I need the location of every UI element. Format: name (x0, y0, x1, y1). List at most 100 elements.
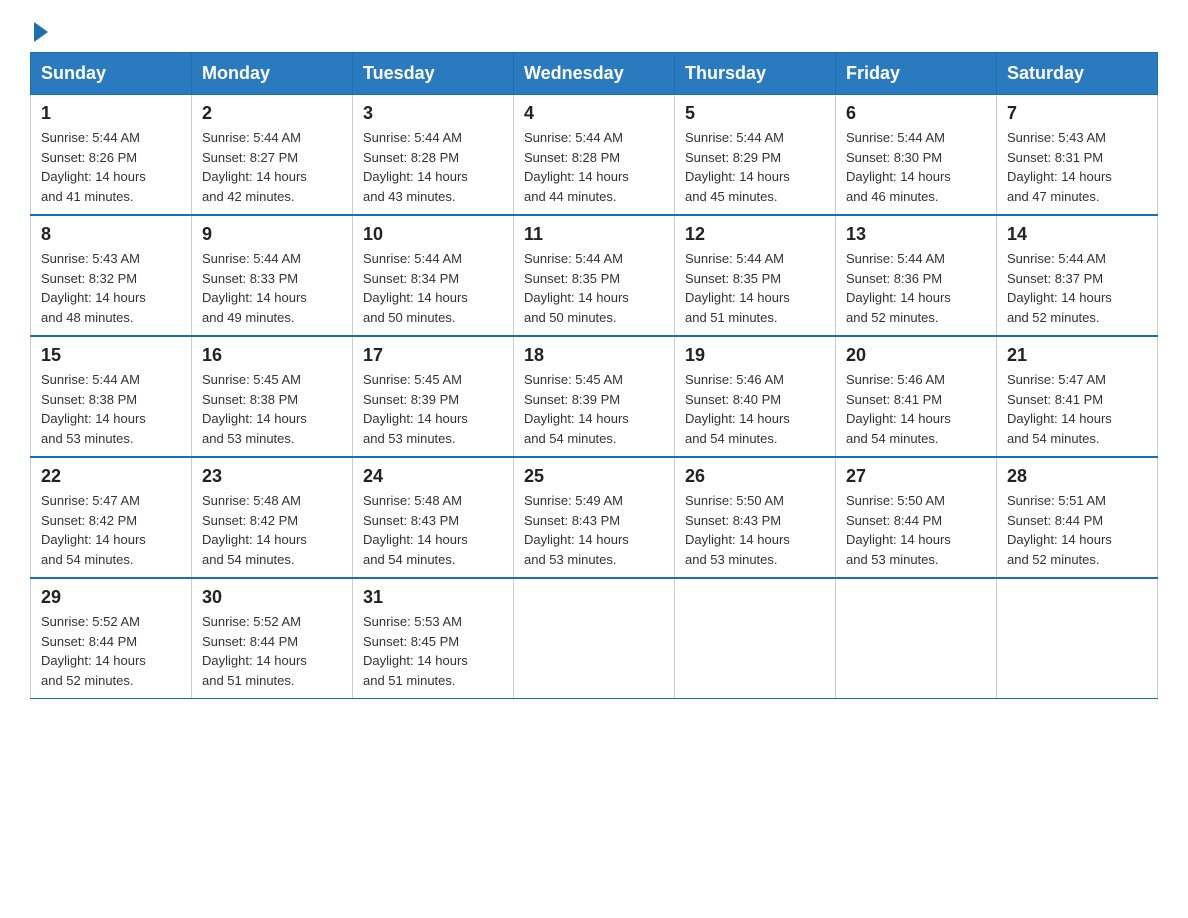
day-info: Sunrise: 5:46 AM Sunset: 8:41 PM Dayligh… (846, 370, 986, 448)
calendar-cell: 5 Sunrise: 5:44 AM Sunset: 8:29 PM Dayli… (675, 95, 836, 216)
calendar-cell: 27 Sunrise: 5:50 AM Sunset: 8:44 PM Dayl… (836, 457, 997, 578)
calendar-cell: 28 Sunrise: 5:51 AM Sunset: 8:44 PM Dayl… (997, 457, 1158, 578)
day-info: Sunrise: 5:44 AM Sunset: 8:34 PM Dayligh… (363, 249, 503, 327)
calendar-cell: 6 Sunrise: 5:44 AM Sunset: 8:30 PM Dayli… (836, 95, 997, 216)
page-header (30, 20, 1158, 42)
day-info: Sunrise: 5:50 AM Sunset: 8:44 PM Dayligh… (846, 491, 986, 569)
calendar-cell: 12 Sunrise: 5:44 AM Sunset: 8:35 PM Dayl… (675, 215, 836, 336)
weekday-header-saturday: Saturday (997, 53, 1158, 95)
calendar-cell: 1 Sunrise: 5:44 AM Sunset: 8:26 PM Dayli… (31, 95, 192, 216)
day-info: Sunrise: 5:48 AM Sunset: 8:43 PM Dayligh… (363, 491, 503, 569)
day-number: 5 (685, 103, 825, 124)
calendar-cell: 20 Sunrise: 5:46 AM Sunset: 8:41 PM Dayl… (836, 336, 997, 457)
day-info: Sunrise: 5:49 AM Sunset: 8:43 PM Dayligh… (524, 491, 664, 569)
day-number: 27 (846, 466, 986, 487)
day-number: 21 (1007, 345, 1147, 366)
calendar-week-row: 8 Sunrise: 5:43 AM Sunset: 8:32 PM Dayli… (31, 215, 1158, 336)
day-number: 3 (363, 103, 503, 124)
day-info: Sunrise: 5:47 AM Sunset: 8:41 PM Dayligh… (1007, 370, 1147, 448)
calendar-cell: 15 Sunrise: 5:44 AM Sunset: 8:38 PM Dayl… (31, 336, 192, 457)
weekday-header-wednesday: Wednesday (514, 53, 675, 95)
day-info: Sunrise: 5:45 AM Sunset: 8:38 PM Dayligh… (202, 370, 342, 448)
logo-triangle-icon (34, 22, 48, 42)
calendar-cell: 24 Sunrise: 5:48 AM Sunset: 8:43 PM Dayl… (353, 457, 514, 578)
day-info: Sunrise: 5:44 AM Sunset: 8:26 PM Dayligh… (41, 128, 181, 206)
day-info: Sunrise: 5:47 AM Sunset: 8:42 PM Dayligh… (41, 491, 181, 569)
day-number: 13 (846, 224, 986, 245)
day-number: 2 (202, 103, 342, 124)
day-info: Sunrise: 5:53 AM Sunset: 8:45 PM Dayligh… (363, 612, 503, 690)
day-number: 28 (1007, 466, 1147, 487)
day-number: 7 (1007, 103, 1147, 124)
day-info: Sunrise: 5:44 AM Sunset: 8:29 PM Dayligh… (685, 128, 825, 206)
day-info: Sunrise: 5:44 AM Sunset: 8:38 PM Dayligh… (41, 370, 181, 448)
calendar-cell: 8 Sunrise: 5:43 AM Sunset: 8:32 PM Dayli… (31, 215, 192, 336)
calendar-cell: 29 Sunrise: 5:52 AM Sunset: 8:44 PM Dayl… (31, 578, 192, 699)
day-number: 25 (524, 466, 664, 487)
day-info: Sunrise: 5:44 AM Sunset: 8:28 PM Dayligh… (524, 128, 664, 206)
day-number: 9 (202, 224, 342, 245)
day-info: Sunrise: 5:52 AM Sunset: 8:44 PM Dayligh… (202, 612, 342, 690)
day-number: 31 (363, 587, 503, 608)
day-info: Sunrise: 5:52 AM Sunset: 8:44 PM Dayligh… (41, 612, 181, 690)
day-info: Sunrise: 5:45 AM Sunset: 8:39 PM Dayligh… (524, 370, 664, 448)
calendar-week-row: 22 Sunrise: 5:47 AM Sunset: 8:42 PM Dayl… (31, 457, 1158, 578)
calendar-cell: 3 Sunrise: 5:44 AM Sunset: 8:28 PM Dayli… (353, 95, 514, 216)
calendar-cell: 7 Sunrise: 5:43 AM Sunset: 8:31 PM Dayli… (997, 95, 1158, 216)
day-info: Sunrise: 5:44 AM Sunset: 8:37 PM Dayligh… (1007, 249, 1147, 327)
calendar-cell: 26 Sunrise: 5:50 AM Sunset: 8:43 PM Dayl… (675, 457, 836, 578)
calendar-cell: 23 Sunrise: 5:48 AM Sunset: 8:42 PM Dayl… (192, 457, 353, 578)
day-info: Sunrise: 5:51 AM Sunset: 8:44 PM Dayligh… (1007, 491, 1147, 569)
day-info: Sunrise: 5:44 AM Sunset: 8:35 PM Dayligh… (524, 249, 664, 327)
weekday-header-thursday: Thursday (675, 53, 836, 95)
calendar-cell: 11 Sunrise: 5:44 AM Sunset: 8:35 PM Dayl… (514, 215, 675, 336)
day-number: 12 (685, 224, 825, 245)
calendar-cell: 30 Sunrise: 5:52 AM Sunset: 8:44 PM Dayl… (192, 578, 353, 699)
calendar-cell: 2 Sunrise: 5:44 AM Sunset: 8:27 PM Dayli… (192, 95, 353, 216)
calendar-cell (514, 578, 675, 699)
calendar-cell: 9 Sunrise: 5:44 AM Sunset: 8:33 PM Dayli… (192, 215, 353, 336)
day-number: 19 (685, 345, 825, 366)
day-number: 24 (363, 466, 503, 487)
calendar-cell: 10 Sunrise: 5:44 AM Sunset: 8:34 PM Dayl… (353, 215, 514, 336)
day-number: 4 (524, 103, 664, 124)
logo-top (30, 20, 48, 42)
day-number: 14 (1007, 224, 1147, 245)
calendar-week-row: 15 Sunrise: 5:44 AM Sunset: 8:38 PM Dayl… (31, 336, 1158, 457)
calendar-cell: 31 Sunrise: 5:53 AM Sunset: 8:45 PM Dayl… (353, 578, 514, 699)
day-number: 8 (41, 224, 181, 245)
calendar-cell (675, 578, 836, 699)
calendar-cell: 14 Sunrise: 5:44 AM Sunset: 8:37 PM Dayl… (997, 215, 1158, 336)
day-number: 23 (202, 466, 342, 487)
day-info: Sunrise: 5:44 AM Sunset: 8:35 PM Dayligh… (685, 249, 825, 327)
calendar-cell: 18 Sunrise: 5:45 AM Sunset: 8:39 PM Dayl… (514, 336, 675, 457)
weekday-header-sunday: Sunday (31, 53, 192, 95)
day-info: Sunrise: 5:44 AM Sunset: 8:33 PM Dayligh… (202, 249, 342, 327)
day-number: 15 (41, 345, 181, 366)
calendar-cell (836, 578, 997, 699)
weekday-header-monday: Monday (192, 53, 353, 95)
day-info: Sunrise: 5:43 AM Sunset: 8:32 PM Dayligh… (41, 249, 181, 327)
day-number: 10 (363, 224, 503, 245)
calendar-week-row: 1 Sunrise: 5:44 AM Sunset: 8:26 PM Dayli… (31, 95, 1158, 216)
logo (30, 20, 48, 42)
calendar-table: SundayMondayTuesdayWednesdayThursdayFrid… (30, 52, 1158, 699)
day-number: 22 (41, 466, 181, 487)
day-number: 30 (202, 587, 342, 608)
day-info: Sunrise: 5:48 AM Sunset: 8:42 PM Dayligh… (202, 491, 342, 569)
weekday-header-row: SundayMondayTuesdayWednesdayThursdayFrid… (31, 53, 1158, 95)
calendar-week-row: 29 Sunrise: 5:52 AM Sunset: 8:44 PM Dayl… (31, 578, 1158, 699)
calendar-cell: 21 Sunrise: 5:47 AM Sunset: 8:41 PM Dayl… (997, 336, 1158, 457)
day-number: 18 (524, 345, 664, 366)
calendar-cell: 4 Sunrise: 5:44 AM Sunset: 8:28 PM Dayli… (514, 95, 675, 216)
calendar-cell: 19 Sunrise: 5:46 AM Sunset: 8:40 PM Dayl… (675, 336, 836, 457)
day-number: 29 (41, 587, 181, 608)
day-info: Sunrise: 5:44 AM Sunset: 8:27 PM Dayligh… (202, 128, 342, 206)
day-number: 16 (202, 345, 342, 366)
calendar-cell (997, 578, 1158, 699)
day-info: Sunrise: 5:43 AM Sunset: 8:31 PM Dayligh… (1007, 128, 1147, 206)
day-number: 20 (846, 345, 986, 366)
day-info: Sunrise: 5:44 AM Sunset: 8:28 PM Dayligh… (363, 128, 503, 206)
calendar-cell: 13 Sunrise: 5:44 AM Sunset: 8:36 PM Dayl… (836, 215, 997, 336)
day-number: 1 (41, 103, 181, 124)
